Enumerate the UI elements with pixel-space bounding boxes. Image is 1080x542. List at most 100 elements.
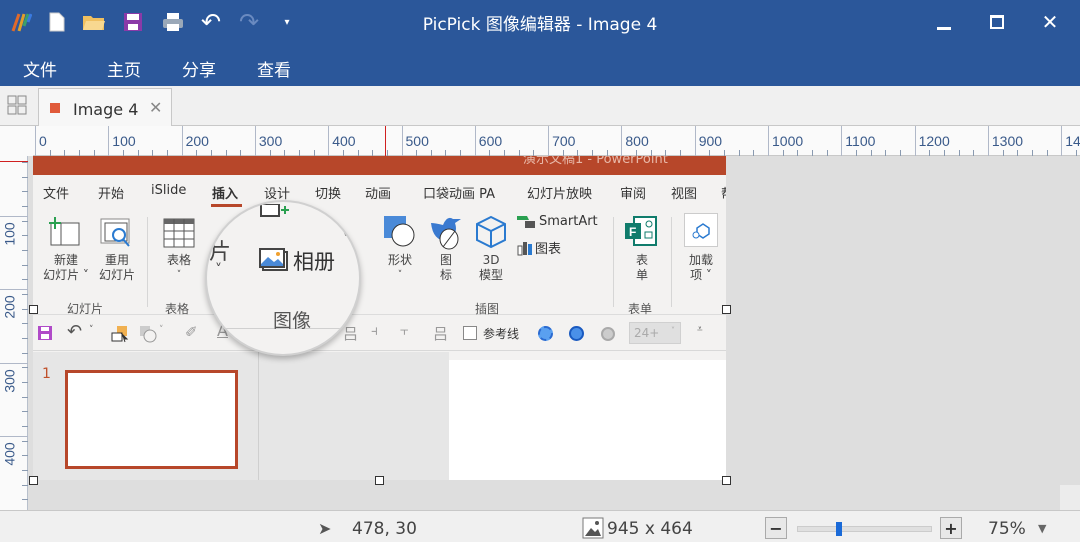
ppt-align-middle-icon[interactable]: 吕	[433, 323, 448, 344]
table-label-text: 表格	[166, 253, 191, 267]
menu-share[interactable]: 分享	[182, 56, 216, 81]
photo-album-button[interactable]: 相册	[259, 246, 335, 276]
ppt-tab-transitions[interactable]: 切换	[315, 183, 341, 202]
menu-view[interactable]: 查看	[257, 56, 291, 81]
image-content[interactable]: 演示文稿1 - PowerPoint 文件 开始 iSlide 插入 设计 切换…	[33, 156, 726, 480]
ruler-major-tick	[0, 216, 28, 217]
ruler-major-tick	[401, 126, 403, 156]
3d-model-line2: 模型	[478, 268, 503, 282]
vertical-ruler: 100 200 300 400	[0, 156, 28, 510]
shapes-icon[interactable]	[383, 215, 417, 253]
icons-label[interactable]: 图 标	[435, 253, 457, 283]
ppt-distribute-icon[interactable]: ⫟	[400, 323, 408, 339]
addins-icon[interactable]	[684, 213, 718, 247]
ppt-undo-icon[interactable]: ↶	[67, 321, 82, 342]
ruler-label: 500	[405, 133, 429, 149]
new-slide-icon[interactable]	[47, 217, 81, 251]
icons-line2: 标	[439, 268, 452, 282]
menu-home[interactable]: 主页	[107, 56, 141, 81]
ppt-distribute-h-icon[interactable]: ⫞	[371, 323, 378, 339]
3d-model-label[interactable]: 3D 模型	[473, 253, 509, 283]
tab-image-4[interactable]: Image 4 ✕	[38, 88, 172, 126]
minimize-button[interactable]	[924, 6, 964, 38]
3d-model-icon[interactable]	[475, 215, 507, 253]
ppt-shape-dropdown-icon[interactable]: ˅	[159, 325, 164, 335]
ppt-customize-qat-icon[interactable]: ⩡	[697, 324, 703, 335]
ppt-tab-islide[interactable]: iSlide	[151, 183, 186, 198]
ppt-save-icon[interactable]	[37, 325, 53, 341]
menu-file[interactable]: 文件	[23, 56, 57, 81]
ruler-label: 100	[112, 133, 136, 149]
ppt-select-icon[interactable]	[111, 325, 129, 343]
ppt-tab-slideshow[interactable]: 幻灯片放映	[527, 183, 592, 202]
ppt-undo-dropdown-icon[interactable]: ˅	[89, 325, 94, 335]
ppt-format-painter-icon[interactable]: ✐	[185, 323, 198, 341]
ruler-label: 14	[1065, 133, 1080, 149]
addins-label[interactable]: 加载 项 ˅	[681, 253, 721, 283]
zoom-out-button[interactable]: −	[765, 517, 787, 539]
zoom-level[interactable]: 75%	[988, 519, 1026, 539]
resize-handle-bottom-right[interactable]	[722, 476, 731, 485]
forms-icon[interactable]: F	[624, 215, 658, 251]
maximize-button[interactable]	[977, 6, 1017, 38]
ppt-circle-gray-icon[interactable]	[601, 327, 615, 341]
zoom-dropdown-icon[interactable]: ▼	[1038, 522, 1046, 535]
ruler-label: 1300	[991, 133, 1024, 149]
ppt-tab-file[interactable]: 文件	[43, 183, 69, 202]
tab-close-icon[interactable]: ✕	[149, 98, 162, 117]
ppt-tab-insert[interactable]: 插入	[212, 183, 238, 202]
insert-picture-icon	[260, 204, 289, 217]
slide-thumbnail[interactable]	[65, 370, 238, 469]
ppt-guides-checkbox[interactable]	[463, 326, 477, 340]
ruler-major-tick	[987, 126, 989, 156]
ppt-slide-panel: 1	[33, 352, 259, 480]
resize-handle-bottom-middle[interactable]	[375, 476, 384, 485]
zoom-slider[interactable]	[797, 522, 932, 536]
grid-view-icon[interactable]	[6, 94, 28, 116]
ppt-shape-outline-icon[interactable]	[139, 325, 157, 343]
new-slide-label[interactable]: 新建 幻灯片 ˅	[37, 253, 95, 283]
resize-handle-right-middle[interactable]	[722, 305, 731, 314]
zoom-in-button[interactable]: +	[940, 517, 962, 539]
ppt-tab-view[interactable]: 视图	[671, 183, 697, 202]
smartart-button[interactable]: SmartArt	[517, 214, 598, 229]
icons-icon[interactable]	[429, 215, 463, 255]
ppt-tab-home[interactable]: 开始	[98, 183, 124, 202]
image-size: 945 x 464	[607, 519, 693, 539]
ppt-tab-pocket-animation[interactable]: 口袋动画 PA	[423, 183, 495, 202]
ruler-major-tick	[254, 126, 256, 156]
ppt-ribbon: 新建 幻灯片 ˅ 重用 幻灯片 幻灯片 表格 ˅ 表格 形状 ˅ 图 标 3D …	[33, 207, 726, 316]
ppt-pane-gap	[259, 352, 449, 480]
ppt-circle-blue-1-icon[interactable]	[538, 326, 553, 341]
ppt-tab-review[interactable]: 审阅	[620, 183, 646, 202]
resize-handle-left-middle[interactable]	[29, 305, 38, 314]
close-button[interactable]: ✕	[1030, 6, 1070, 38]
table-label[interactable]: 表格 ˅	[157, 253, 201, 283]
cursor-icon: ➤	[318, 519, 332, 538]
ppt-align-center-icon[interactable]: 吕	[343, 323, 358, 344]
reuse-slide-icon[interactable]	[99, 217, 133, 253]
ruler-label: 200	[1, 295, 18, 319]
chart-button[interactable]: 图表	[517, 238, 561, 257]
ruler-major-tick	[108, 126, 110, 156]
table-icon[interactable]	[162, 217, 196, 253]
ruler-label: 600	[478, 133, 503, 149]
chart-label: 图表	[535, 242, 562, 257]
ruler-major-tick	[694, 126, 696, 156]
ruler-major-tick	[914, 126, 916, 156]
ppt-circle-blue-2-icon[interactable]	[569, 326, 584, 341]
ribbon-separator	[671, 217, 672, 307]
addins-line2: 项 ˅	[690, 268, 712, 282]
ppt-tab-help[interactable]: 帮	[721, 183, 726, 202]
ppt-tab-animations[interactable]: 动画	[365, 183, 391, 202]
reuse-slide-label[interactable]: 重用 幻灯片	[93, 253, 141, 283]
tab-color-marker	[50, 103, 60, 113]
shapes-label[interactable]: 形状 ˅	[381, 253, 419, 283]
resize-handle-bottom-left[interactable]	[29, 476, 38, 485]
ruler-label: 1000	[772, 133, 804, 149]
document-tab-bar: Image 4 ✕	[0, 86, 1080, 126]
ppt-font-size-select[interactable]: 24+ ˅	[629, 322, 681, 344]
minus-icon: −	[769, 518, 783, 538]
zoom-slider-thumb[interactable]	[835, 522, 842, 536]
forms-label[interactable]: 表 单	[631, 253, 653, 283]
